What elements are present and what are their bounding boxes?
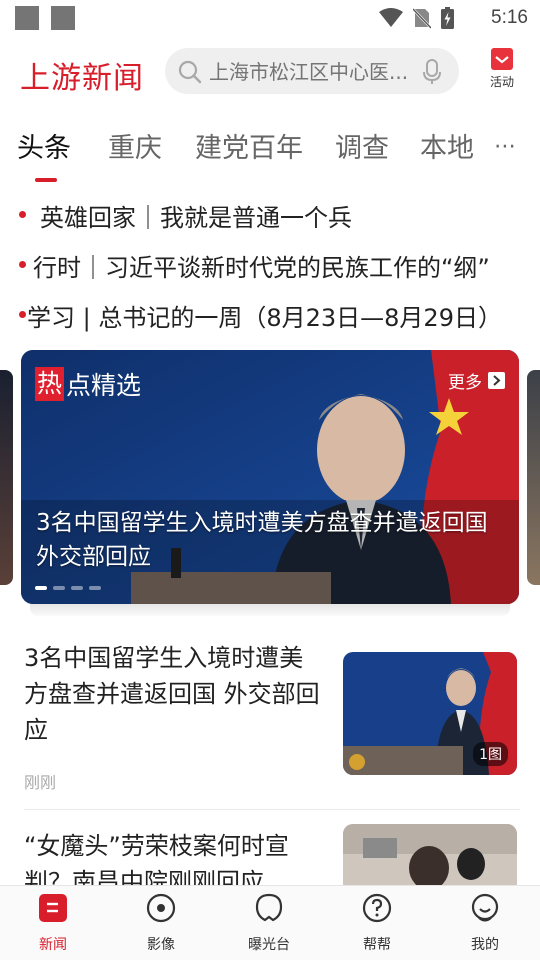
search-bar[interactable]	[165, 48, 459, 94]
section-title: 点精选	[66, 371, 142, 400]
search-input[interactable]	[209, 59, 419, 85]
activity-label: 活动	[489, 75, 514, 89]
bullet-icon	[19, 211, 26, 218]
nav-label: 新闻	[39, 937, 67, 953]
tab-investigation[interactable]: 调查	[335, 126, 389, 165]
nav-profile[interactable]: 我的	[445, 892, 525, 954]
question-icon	[362, 893, 392, 923]
more-label: 更多	[448, 373, 482, 393]
camera-lens-icon	[146, 893, 176, 923]
status-icons	[379, 7, 454, 29]
bottom-navigation: 新闻 影像 曝光台 帮帮 我的	[0, 885, 540, 960]
nav-news[interactable]: 新闻	[13, 892, 93, 954]
carousel-dot	[35, 586, 47, 590]
news-title: 3名中国留学生入境时遭美方盘查并遣返回国 外交部回应	[24, 644, 320, 744]
news-time: 刚刚	[24, 773, 57, 792]
clock: 5:16	[491, 7, 528, 28]
next-card[interactable]	[527, 370, 540, 585]
card-stack-shadow	[30, 604, 510, 616]
section-label: 热 点精选	[35, 367, 141, 401]
bullet-icon	[19, 311, 26, 318]
headline-item[interactable]: 学习 | 总书记的一周（8月23日—8月29日）	[0, 290, 540, 340]
carousel-dot	[53, 586, 65, 590]
news-item[interactable]: “女魔头”劳荣枝案何时宣判？南昌中院刚刚回应	[0, 810, 540, 885]
bell-icon	[255, 893, 283, 922]
nav-label: 帮帮	[363, 937, 391, 953]
featured-card[interactable]: 热 点精选 更多 3名中国留学生入境时遭美方盘查并遣返回国 外交部回应	[21, 350, 519, 604]
more-link[interactable]: 更多	[448, 368, 505, 393]
nav-label: 影像	[147, 937, 175, 953]
nav-exposure[interactable]: 曝光台	[229, 892, 309, 954]
activity-icon	[491, 48, 513, 70]
notification-icon	[15, 6, 39, 30]
featured-carousel[interactable]: 热 点精选 更多 3名中国留学生入境时遭美方盘查并遣返回国 外交部回应	[0, 350, 540, 620]
notification-icon	[51, 6, 75, 30]
news-thumbnail	[343, 824, 517, 885]
tab-local[interactable]: 本地	[420, 126, 474, 165]
category-tabs: 头条 重庆 建党百年 调查 本地 ⋯	[0, 108, 540, 184]
tab-party-centenary[interactable]: 建党百年	[195, 126, 303, 165]
more-tabs-icon[interactable]: ⋯	[494, 134, 517, 159]
headline-text: 行时｜习近平谈新时代党的民族工作的“纲”	[33, 254, 490, 282]
app-logo[interactable]: 上游新闻	[20, 53, 144, 97]
headline-item[interactable]: 行时｜习近平谈新时代党的民族工作的“纲”	[0, 240, 540, 290]
tab-chongqing[interactable]: 重庆	[108, 126, 162, 165]
previous-card[interactable]	[0, 370, 13, 585]
app-header: 上游新闻 活动	[0, 36, 540, 108]
status-bar: 5:16	[0, 0, 540, 36]
battery-charging-icon	[441, 7, 454, 29]
headline-text: 学习 | 总书记的一周（8月23日—8月29日）	[27, 304, 502, 332]
news-thumbnail: 1图	[343, 652, 517, 775]
image-count-badge: 1图	[473, 742, 508, 766]
carousel-dot	[89, 586, 101, 590]
news-item[interactable]: 3名中国留学生入境时遭美方盘查并遣返回国 外交部回应 刚刚 1图	[0, 636, 540, 809]
profile-icon	[471, 893, 499, 922]
bullet-icon	[19, 261, 26, 268]
chevron-right-icon	[488, 372, 505, 389]
nav-label: 我的	[471, 937, 499, 953]
carousel-indicator	[35, 586, 101, 590]
hot-badge: 热	[35, 367, 65, 401]
no-sim-icon	[413, 8, 431, 29]
news-image	[343, 824, 517, 885]
carousel-dot	[71, 586, 83, 590]
wifi-icon	[379, 8, 403, 27]
microphone-icon[interactable]	[423, 59, 441, 85]
tab-headlines[interactable]: 头条	[17, 126, 71, 165]
search-icon	[178, 60, 202, 84]
headline-list: 英雄回家｜我就是普通一个兵 行时｜习近平谈新时代党的民族工作的“纲” 学习 | …	[0, 190, 540, 340]
activity-button[interactable]: 活动	[484, 48, 520, 96]
featured-title: 3名中国留学生入境时遭美方盘查并遣返回国 外交部回应	[36, 510, 488, 570]
news-icon	[39, 894, 67, 922]
headline-text: 英雄回家｜我就是普通一个兵	[40, 204, 352, 232]
active-tab-indicator	[35, 178, 57, 182]
nav-video[interactable]: 影像	[121, 892, 201, 954]
headline-item[interactable]: 英雄回家｜我就是普通一个兵	[0, 190, 540, 240]
nav-label: 曝光台	[248, 937, 290, 953]
news-title: “女魔头”劳荣枝案何时宣判？南昌中院刚刚回应	[24, 832, 289, 885]
nav-help[interactable]: 帮帮	[337, 892, 417, 954]
